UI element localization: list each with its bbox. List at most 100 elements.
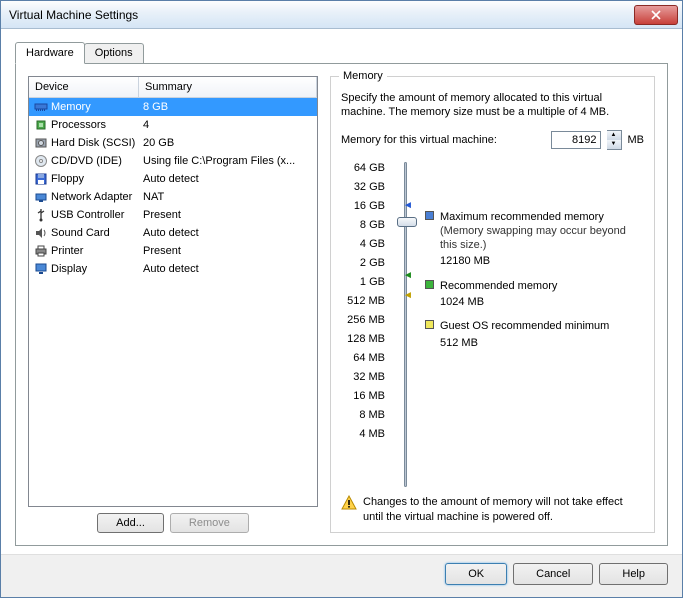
- warning-icon: [341, 495, 357, 511]
- network-icon: [33, 190, 49, 204]
- device-row-hard-disk-scsi-[interactable]: Hard Disk (SCSI)20 GB: [29, 134, 317, 152]
- tick-label: 256 MB: [341, 314, 385, 333]
- memory-slider-area: 64 GB32 GB16 GB8 GB4 GB2 GB1 GB512 MB256…: [341, 162, 644, 488]
- list-header: Device Summary: [29, 77, 317, 98]
- row-summary-label: 4: [143, 119, 313, 131]
- row-summary-label: Auto detect: [143, 173, 313, 185]
- left-panel: Device Summary Memory8 GBProcessors4Hard…: [28, 76, 318, 533]
- tick-label: 1 GB: [341, 276, 385, 295]
- tab-panel: Device Summary Memory8 GBProcessors4Hard…: [15, 63, 668, 546]
- memory-input[interactable]: [551, 131, 601, 149]
- device-row-usb-controller[interactable]: USB ControllerPresent: [29, 206, 317, 224]
- device-row-sound-card[interactable]: Sound CardAuto detect: [29, 224, 317, 242]
- device-row-network-adapter[interactable]: Network AdapterNAT: [29, 188, 317, 206]
- device-row-display[interactable]: DisplayAuto detect: [29, 260, 317, 278]
- row-summary-label: Auto detect: [143, 227, 313, 239]
- slider-track[interactable]: ◄ ◄ ◄: [393, 162, 417, 488]
- tick-label: 32 MB: [341, 371, 385, 390]
- memory-spinner: ▲ ▼: [607, 130, 622, 150]
- device-row-cd-dvd-ide-[interactable]: CD/DVD (IDE)Using file C:\Program Files …: [29, 152, 317, 170]
- cpu-icon: [33, 118, 49, 132]
- row-device-label: Network Adapter: [51, 191, 143, 203]
- legend-min-label: Guest OS recommended minimum: [440, 319, 644, 333]
- device-row-memory[interactable]: Memory8 GB: [29, 98, 317, 116]
- legend-max-label: Maximum recommended memory: [440, 210, 644, 224]
- row-device-label: Display: [51, 263, 143, 275]
- tick-label: 16 MB: [341, 390, 385, 409]
- printer-icon: [33, 244, 49, 258]
- memory-legend: Maximum recommended memory (Memory swapp…: [425, 162, 644, 488]
- tick-label: 2 GB: [341, 257, 385, 276]
- row-summary-label: Present: [143, 209, 313, 221]
- spin-up-button[interactable]: ▲: [607, 131, 621, 140]
- row-summary-label: NAT: [143, 191, 313, 203]
- memory-description: Specify the amount of memory allocated t…: [341, 91, 644, 120]
- legend-rec-label: Recommended memory: [440, 279, 644, 293]
- row-summary-label: 20 GB: [143, 137, 313, 149]
- swatch-green-icon: [425, 280, 434, 289]
- cancel-button[interactable]: Cancel: [513, 563, 593, 585]
- device-list: Device Summary Memory8 GBProcessors4Hard…: [28, 76, 318, 507]
- tick-label: 128 MB: [341, 333, 385, 352]
- tab-strip: Hardware Options: [15, 41, 668, 63]
- swatch-yellow-icon: [425, 320, 434, 329]
- legend-max-sub: (Memory swapping may occur beyond this s…: [440, 224, 644, 253]
- slider-ticks: 64 GB32 GB16 GB8 GB4 GB2 GB1 GB512 MB256…: [341, 162, 385, 488]
- legend-max-value: 12180 MB: [440, 254, 644, 268]
- tick-label: 512 MB: [341, 295, 385, 314]
- sound-icon: [33, 226, 49, 240]
- row-device-label: Sound Card: [51, 227, 143, 239]
- memory-group-title: Memory: [339, 70, 387, 82]
- memory-input-label: Memory for this virtual machine:: [341, 134, 497, 146]
- settings-window: Virtual Machine Settings Hardware Option…: [0, 0, 683, 598]
- floppy-icon: [33, 172, 49, 186]
- tick-label: 8 GB: [341, 219, 385, 238]
- add-button[interactable]: Add...: [97, 513, 164, 533]
- row-device-label: Memory: [51, 101, 143, 113]
- memory-input-row: Memory for this virtual machine: ▲ ▼ MB: [341, 130, 644, 150]
- swatch-blue-icon: [425, 211, 434, 220]
- memory-icon: [33, 100, 49, 114]
- dialog-footer: OK Cancel Help: [1, 554, 682, 597]
- row-summary-label: Present: [143, 245, 313, 257]
- help-button[interactable]: Help: [599, 563, 668, 585]
- tab-options[interactable]: Options: [84, 43, 144, 63]
- list-buttons: Add... Remove: [28, 513, 318, 533]
- device-row-printer[interactable]: PrinterPresent: [29, 242, 317, 260]
- legend-rec-value: 1024 MB: [440, 295, 644, 309]
- dialog-body: Hardware Options Device Summary Memory8 …: [1, 29, 682, 554]
- row-summary-label: 8 GB: [143, 101, 313, 113]
- tab-hardware[interactable]: Hardware: [15, 42, 85, 64]
- memory-panel: Memory Specify the amount of memory allo…: [330, 76, 655, 533]
- header-device[interactable]: Device: [29, 77, 139, 97]
- display-icon: [33, 262, 49, 276]
- disk-icon: [33, 136, 49, 150]
- cd-icon: [33, 154, 49, 168]
- usb-icon: [33, 208, 49, 222]
- tick-label: 8 MB: [341, 409, 385, 428]
- row-device-label: USB Controller: [51, 209, 143, 221]
- row-device-label: Processors: [51, 119, 143, 131]
- slider-thumb[interactable]: [397, 217, 417, 227]
- row-device-label: Printer: [51, 245, 143, 257]
- memory-warning: Changes to the amount of memory will not…: [341, 487, 644, 524]
- row-summary-label: Using file C:\Program Files (x...: [143, 155, 313, 167]
- marker-rec-icon: ◄: [403, 270, 413, 281]
- close-button[interactable]: [634, 5, 678, 25]
- device-row-processors[interactable]: Processors4: [29, 116, 317, 134]
- spin-down-button[interactable]: ▼: [607, 140, 621, 149]
- row-summary-label: Auto detect: [143, 263, 313, 275]
- titlebar: Virtual Machine Settings: [1, 1, 682, 29]
- tick-label: 64 MB: [341, 352, 385, 371]
- header-summary[interactable]: Summary: [139, 77, 317, 97]
- row-device-label: Floppy: [51, 173, 143, 185]
- remove-button: Remove: [170, 513, 249, 533]
- ok-button[interactable]: OK: [445, 563, 507, 585]
- tick-label: 64 GB: [341, 162, 385, 181]
- row-device-label: CD/DVD (IDE): [51, 155, 143, 167]
- device-row-floppy[interactable]: FloppyAuto detect: [29, 170, 317, 188]
- memory-unit: MB: [628, 134, 645, 146]
- window-title: Virtual Machine Settings: [9, 8, 634, 22]
- row-device-label: Hard Disk (SCSI): [51, 137, 143, 149]
- warning-text: Changes to the amount of memory will not…: [363, 495, 644, 524]
